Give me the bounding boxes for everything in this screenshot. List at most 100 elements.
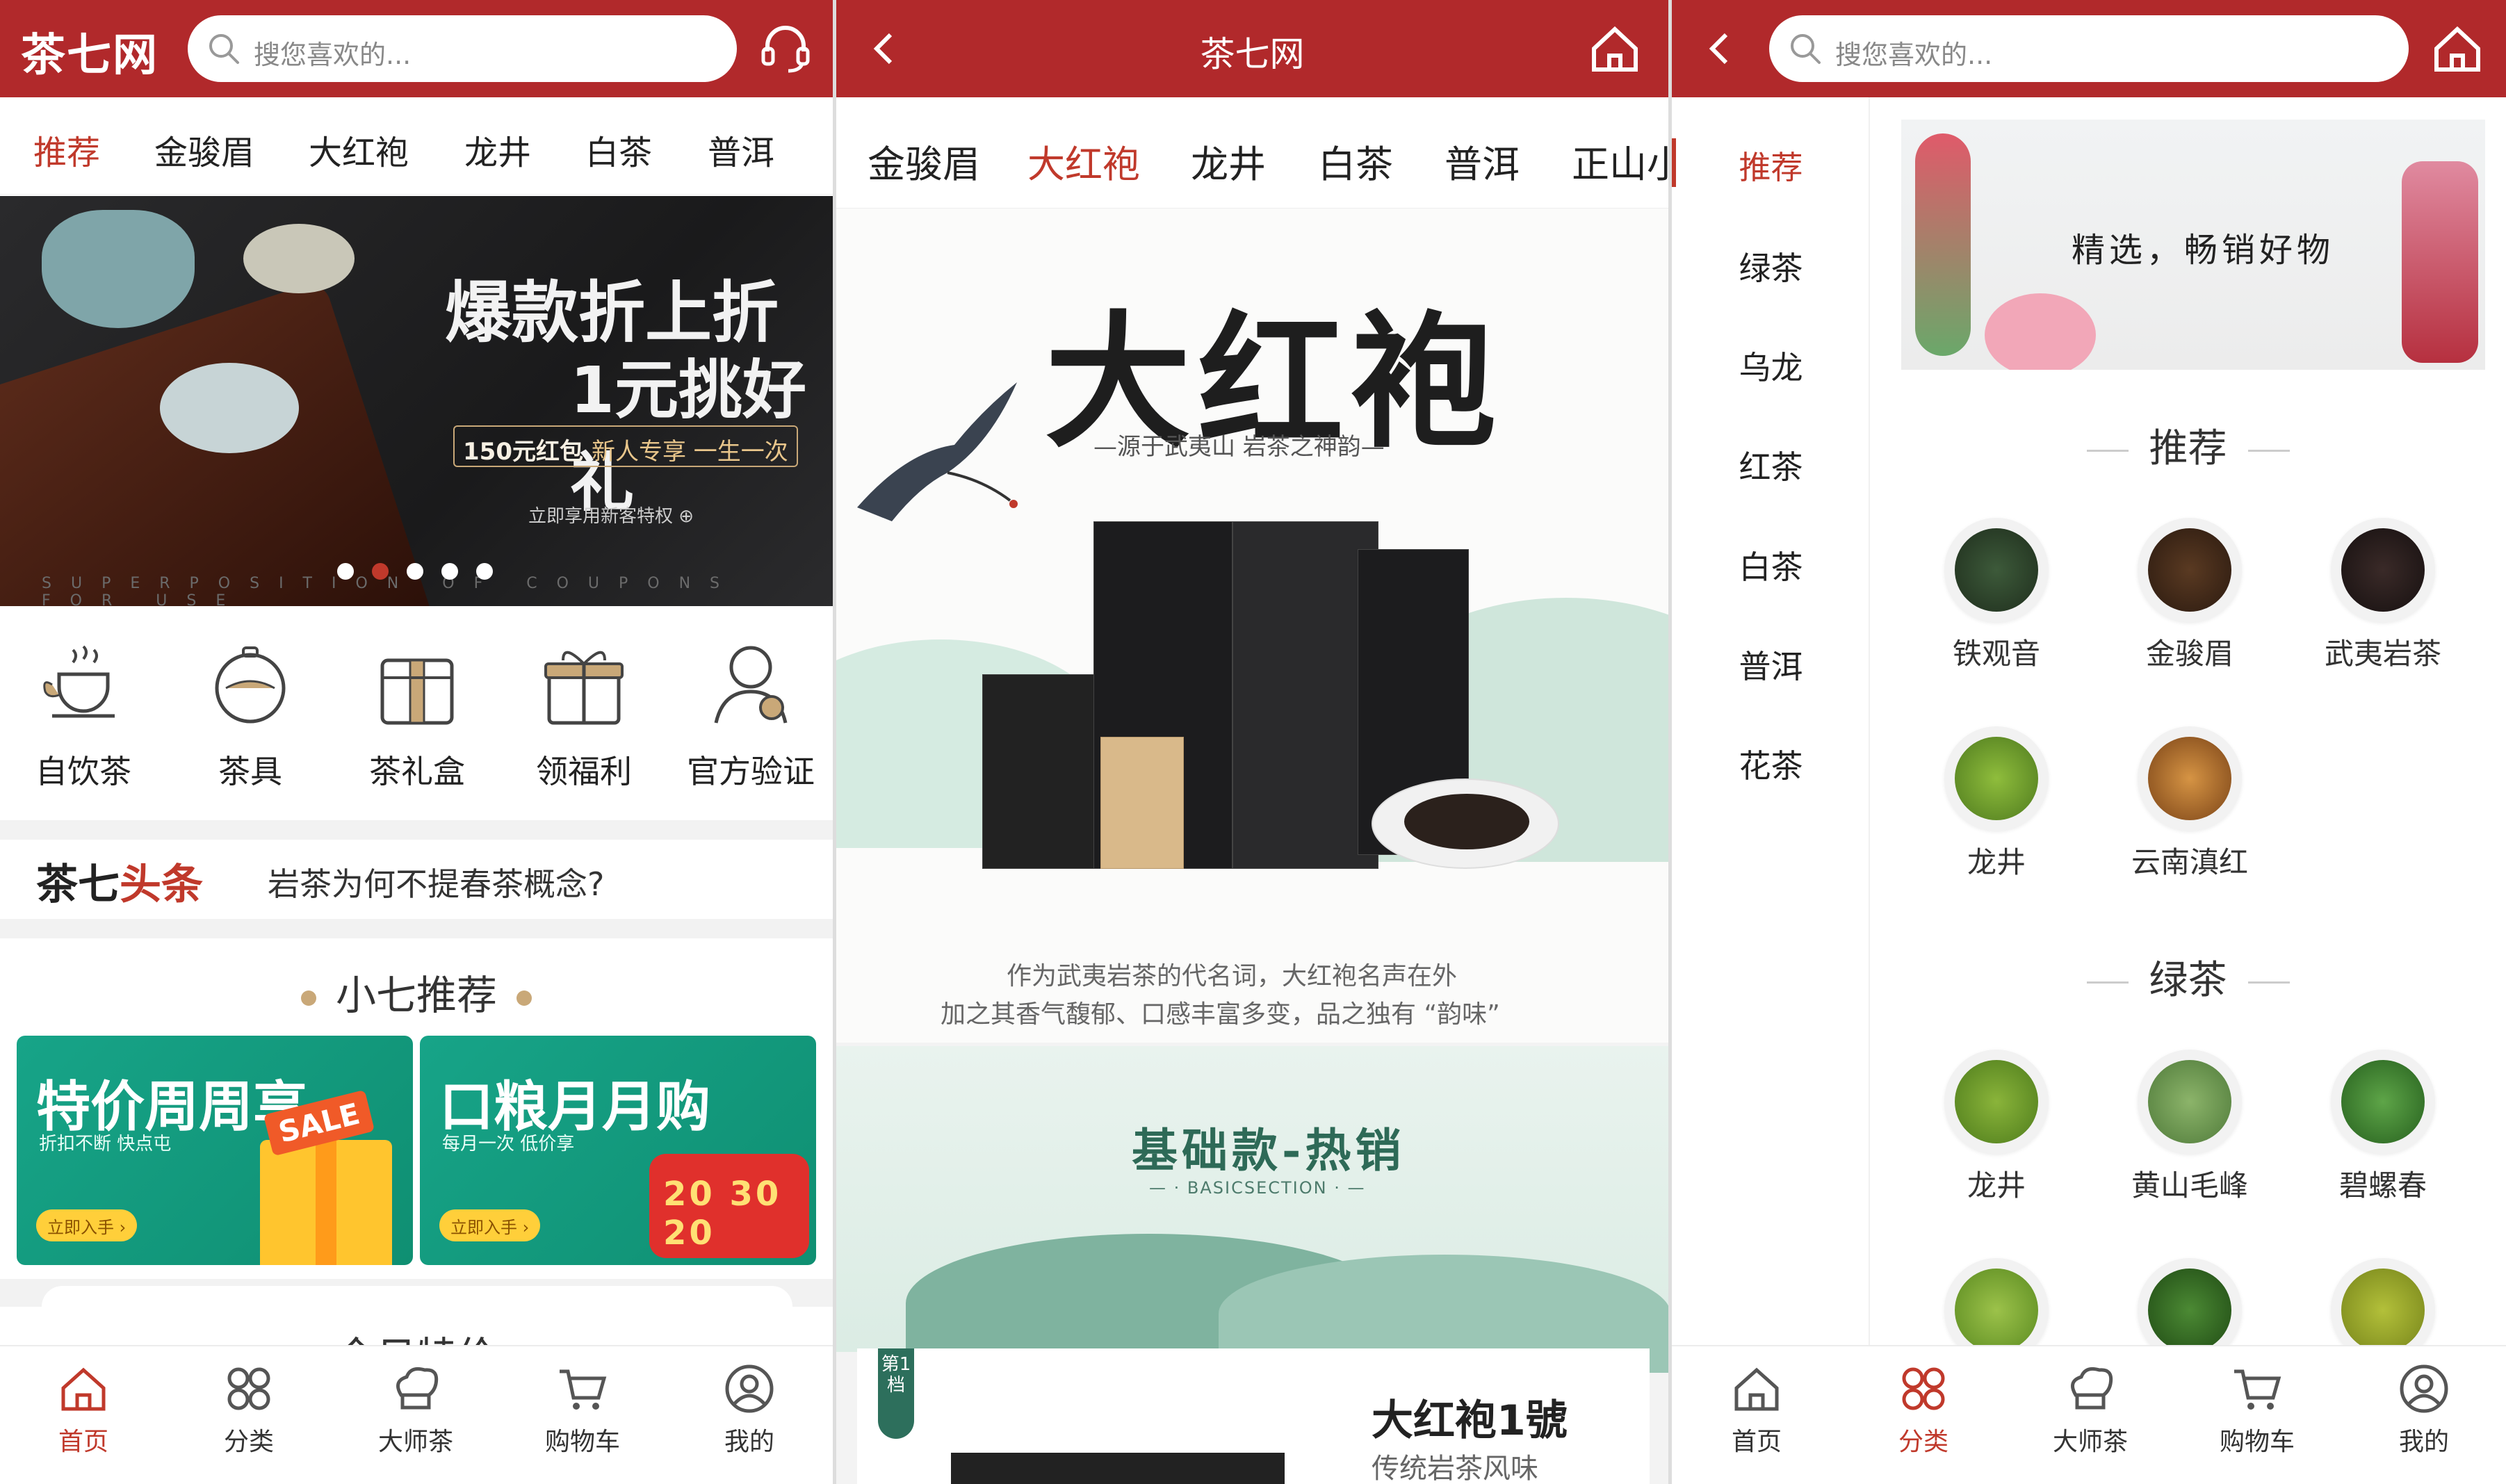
tea-plate	[2138, 518, 2242, 622]
news-text[interactable]: 岩茶为何不提春茶概念?	[268, 859, 604, 905]
nav-label: 购物车	[2219, 1428, 2295, 1456]
tea-plate	[2331, 518, 2435, 622]
tab-baicha[interactable]: 白茶	[1318, 133, 1393, 188]
search-input[interactable]: 搜您喜欢的...	[188, 15, 737, 82]
nav-home[interactable]: 首页	[14, 1362, 153, 1458]
title-bullet	[516, 990, 532, 1006]
sidebar-item-black[interactable]: 红茶	[1672, 442, 1870, 488]
heading-line	[2247, 981, 2290, 984]
site-logo[interactable]: 茶七网	[21, 19, 158, 83]
tea-item[interactable]: 龙井	[1920, 1050, 2073, 1205]
tier-badge: 第1档	[878, 1348, 914, 1439]
promo-banner[interactable]: 爆款折上折 1元挑好礼 150元红包 新人专享 一生一次 立即享用新客特权 ⊕ …	[0, 196, 833, 606]
category-tabs: 推荐 金骏眉 大红袍 龙井 白茶 普洱	[0, 97, 833, 195]
teapot-image	[42, 210, 195, 328]
product-box	[1232, 521, 1378, 869]
tea-item[interactable]: 黄山毛峰	[2113, 1050, 2266, 1205]
nav-master-tea[interactable]: 大师茶	[2021, 1362, 2160, 1458]
icon-welfare[interactable]: 领福利	[507, 633, 660, 792]
tea-name: 碧螺春	[2338, 1168, 2427, 1202]
section-heading-green: 绿茶	[1870, 949, 2506, 1005]
tab-jinjunmei[interactable]: 金骏眉	[154, 125, 254, 174]
nav-label: 分类	[1898, 1428, 1948, 1456]
product-card[interactable]: 第1档 大红袍1號 传统岩茶风味	[857, 1348, 1650, 1484]
carousel-dot-active[interactable]	[372, 563, 389, 580]
nav-mine[interactable]: 我的	[2354, 1362, 2493, 1458]
icon-self-drink[interactable]: 自饮茶	[7, 633, 160, 792]
home-icon[interactable]	[2430, 21, 2485, 76]
category-tabs: 金骏眉 大红袍 龙井 白茶 普洱 正山小	[836, 97, 1668, 209]
tab-baicha[interactable]: 白茶	[585, 125, 652, 174]
heading-line	[2086, 450, 2129, 452]
tab-dahongpao[interactable]: 大红袍	[309, 125, 409, 174]
tea-leaves-image	[2341, 1060, 2425, 1143]
home-icon[interactable]	[1587, 21, 1643, 76]
tea-name: 黄山毛峰	[2131, 1168, 2248, 1202]
product-subtitle: 传统岩茶风味	[1372, 1453, 1538, 1484]
tea-item[interactable]: 碧螺春	[2306, 1050, 2459, 1205]
tab-zhengshan[interactable]: 正山小	[1572, 133, 1668, 188]
tab-recommend[interactable]: 推荐	[33, 125, 100, 174]
nav-label: 首页	[58, 1428, 108, 1456]
tea-item[interactable]: 云南滇红	[2113, 726, 2266, 881]
icon-tea-set[interactable]: 茶具	[174, 633, 327, 792]
tab-puer[interactable]: 普洱	[708, 125, 774, 174]
sidebar-item-puer[interactable]: 普洱	[1672, 642, 1870, 687]
nav-mine[interactable]: 我的	[680, 1362, 819, 1458]
promo-card-weekly[interactable]: 特价周周享 折扣不断 快点屯 SALE 立即入手 ›	[17, 1036, 413, 1265]
tab-puer[interactable]: 普洱	[1445, 133, 1520, 188]
nav-category[interactable]: 分类	[1854, 1362, 1993, 1458]
sidebar-item-recommend[interactable]: 推荐	[1672, 138, 1870, 188]
icon-verify[interactable]: 官方验证	[674, 633, 827, 792]
basic-section-title: 基础款-热销	[1132, 1123, 1406, 1177]
quick-icons: 自饮茶 茶具 茶礼盒 领福利 官方验证	[0, 612, 833, 820]
tab-longjing[interactable]: 龙井	[1191, 133, 1266, 188]
carousel-dot[interactable]	[337, 563, 354, 580]
icon-gift-box[interactable]: 茶礼盒	[341, 633, 494, 792]
carousel-dot[interactable]	[441, 563, 458, 580]
dry-tea-leaves	[1404, 794, 1529, 849]
nav-label: 大师茶	[377, 1428, 453, 1456]
product-title: 大红袍1號	[1372, 1396, 1568, 1445]
teapot-icon	[215, 646, 286, 724]
nav-label: 我的	[2398, 1428, 2449, 1456]
sidebar-item-flower[interactable]: 花茶	[1672, 741, 1870, 787]
promo-buy-button[interactable]: 立即入手 ›	[36, 1209, 138, 1241]
poster-body-line: 加之其香气馥郁、口感丰富多变，品之独有 “韵味”	[941, 1000, 1500, 1029]
poster-subtitle: —源于武夷山 岩茶之神韵—	[1093, 433, 1385, 461]
section-heading-text: 绿茶	[2149, 958, 2227, 1003]
gift-box-icon	[380, 658, 454, 725]
news-headline[interactable]: 茶七头条 岩茶为何不提春茶概念?	[0, 827, 833, 918]
tea-item[interactable]: 武夷岩茶	[2306, 518, 2459, 673]
tab-jinjunmei[interactable]: 金骏眉	[868, 133, 980, 188]
carousel-dot[interactable]	[476, 563, 493, 580]
headset-icon[interactable]	[758, 21, 813, 76]
banner-slogan: 精选，畅销好物	[2072, 231, 2335, 270]
product-box	[982, 674, 1100, 869]
tea-plate	[1944, 518, 2049, 622]
nav-cart[interactable]: 购物车	[513, 1362, 652, 1458]
sidebar-item-oolong[interactable]: 乌龙	[1672, 343, 1870, 389]
nav-master-tea[interactable]: 大师茶	[346, 1362, 485, 1458]
tea-item[interactable]: 龙井	[1920, 726, 2073, 881]
sidebar-item-white[interactable]: 白茶	[1672, 542, 1870, 588]
promo-subtitle: 折扣不断 快点屯	[39, 1134, 172, 1155]
section-title: 小七推荐	[0, 963, 833, 1021]
back-arrow-icon[interactable]	[1700, 28, 1741, 70]
sidebar-item-green[interactable]: 绿茶	[1672, 243, 1870, 289]
promo-buy-button[interactable]: 立即入手 ›	[439, 1209, 541, 1241]
nav-cart[interactable]: 购物车	[2188, 1362, 2327, 1458]
tab-dahongpao[interactable]: 大红袍	[1027, 133, 1140, 188]
tea-item[interactable]: 铁观音	[1920, 518, 2073, 673]
search-icon	[209, 34, 239, 64]
search-input[interactable]: 搜您喜欢的...	[1769, 15, 2409, 82]
nav-home[interactable]: 首页	[1687, 1362, 1826, 1458]
tea-item[interactable]: 金骏眉	[2113, 518, 2266, 673]
bottom-nav: 首页 分类 大师茶 购物车 我的	[0, 1345, 833, 1484]
tab-longjing[interactable]: 龙井	[464, 125, 531, 174]
carousel-dot[interactable]	[407, 563, 423, 580]
nav-category[interactable]: 分类	[179, 1362, 318, 1458]
red-bag-image: 20 30 20	[649, 1154, 809, 1258]
promo-card-monthly[interactable]: 口粮月月购 每月一次 低价享 20 30 20 立即入手 ›	[420, 1036, 816, 1265]
category-banner[interactable]: 精选，畅销好物	[1901, 120, 2485, 370]
